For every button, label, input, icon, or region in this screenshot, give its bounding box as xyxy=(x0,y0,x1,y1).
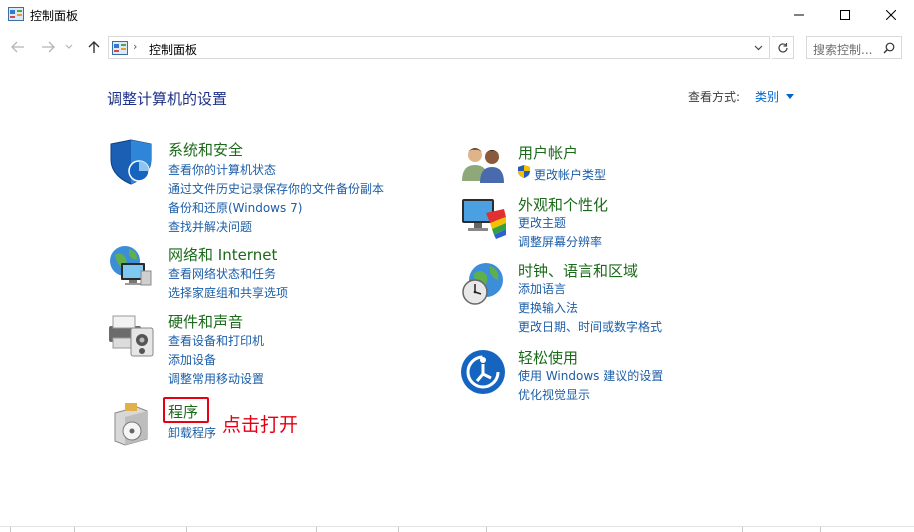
divider xyxy=(398,527,399,532)
printer-icon[interactable] xyxy=(107,310,155,358)
search-placeholder: 搜索控制... xyxy=(813,43,873,57)
display-palette-icon[interactable] xyxy=(460,193,508,241)
category-title[interactable]: 时钟、语言和区域 xyxy=(518,260,638,281)
shield-icon[interactable] xyxy=(107,138,155,186)
link-change-account-type[interactable]: 更改帐户类型 xyxy=(534,166,606,183)
link-troubleshoot[interactable]: 查找并解决问题 xyxy=(168,218,252,235)
link-change-theme[interactable]: 更改主题 xyxy=(518,214,566,231)
category-title[interactable]: 用户帐户 xyxy=(518,142,578,163)
breadcrumb-separator[interactable]: › xyxy=(133,40,137,53)
divider xyxy=(486,527,487,532)
caret-down-icon[interactable] xyxy=(786,94,794,99)
arrow-right-icon xyxy=(42,41,55,53)
link-screen-resolution[interactable]: 调整屏幕分辨率 xyxy=(518,233,602,250)
breadcrumb-control-panel[interactable]: 控制面板 xyxy=(149,41,197,58)
search-button[interactable] xyxy=(881,40,897,56)
ease-of-access-icon[interactable] xyxy=(460,347,508,395)
maximize-icon xyxy=(840,10,850,20)
link-optimize-visual-display[interactable]: 优化视觉显示 xyxy=(518,386,590,403)
divider xyxy=(742,527,743,532)
view-by-label: 查看方式: xyxy=(688,90,741,104)
link-add-device[interactable]: 添加设备 xyxy=(168,351,216,368)
search-input[interactable]: 搜索控制... xyxy=(806,36,902,59)
category-title[interactable]: 网络和 Internet xyxy=(168,244,277,265)
bottom-edge xyxy=(0,526,914,532)
category-title[interactable]: 轻松使用 xyxy=(518,347,578,368)
link-mobility-settings[interactable]: 调整常用移动设置 xyxy=(168,370,264,387)
users-icon[interactable] xyxy=(460,141,508,189)
view-by-dropdown[interactable]: 类别 xyxy=(755,88,779,105)
navigation-bar: › 控制面板 搜索控制... xyxy=(0,33,914,61)
control-panel-icon xyxy=(8,7,24,21)
category-title[interactable]: 系统和安全 xyxy=(168,139,243,160)
link-file-history[interactable]: 通过文件历史记录保存你的文件备份副本 xyxy=(168,180,384,197)
search-icon xyxy=(883,42,895,54)
divider xyxy=(74,527,75,532)
arrow-left-icon xyxy=(11,41,24,53)
link-date-time-format[interactable]: 更改日期、时间或数字格式 xyxy=(518,318,662,335)
highlight-box xyxy=(163,397,209,423)
up-button[interactable] xyxy=(84,37,104,57)
close-icon xyxy=(886,10,896,20)
category-title[interactable]: 硬件和声音 xyxy=(168,311,243,332)
link-change-input-method[interactable]: 更换输入法 xyxy=(518,299,578,316)
uac-shield-icon xyxy=(518,165,530,178)
maximize-button[interactable] xyxy=(822,0,868,30)
divider xyxy=(186,527,187,532)
control-panel-icon xyxy=(112,41,128,55)
page-title: 调整计算机的设置 xyxy=(107,90,228,108)
link-uninstall-program[interactable]: 卸载程序 xyxy=(168,424,216,441)
close-button[interactable] xyxy=(868,0,914,30)
address-bar[interactable]: › 控制面板 xyxy=(108,36,770,59)
link-view-computer-status[interactable]: 查看你的计算机状态 xyxy=(168,161,276,178)
network-globe-icon[interactable] xyxy=(107,243,155,291)
link-add-language[interactable]: 添加语言 xyxy=(518,280,566,297)
divider xyxy=(820,527,821,532)
category-title[interactable]: 外观和个性化 xyxy=(518,194,608,215)
address-dropdown-button[interactable] xyxy=(751,40,765,56)
forward-button[interactable] xyxy=(38,37,58,57)
chevron-down-icon xyxy=(65,44,73,49)
minimize-button[interactable] xyxy=(776,0,822,30)
chevron-down-icon xyxy=(754,45,762,51)
link-devices-printers[interactable]: 查看设备和打印机 xyxy=(168,332,264,349)
title-bar: 控制面板 xyxy=(0,0,914,30)
back-button[interactable] xyxy=(8,37,28,57)
link-backup-restore[interactable]: 备份和还原(Windows 7) xyxy=(168,199,302,216)
refresh-button[interactable] xyxy=(772,36,794,59)
programs-disc-icon[interactable] xyxy=(107,399,155,447)
clock-globe-icon[interactable] xyxy=(460,260,508,308)
window-title: 控制面板 xyxy=(30,9,79,23)
link-homegroup[interactable]: 选择家庭组和共享选项 xyxy=(168,284,288,301)
minimize-icon xyxy=(794,14,804,16)
link-network-status[interactable]: 查看网络状态和任务 xyxy=(168,265,276,282)
refresh-icon xyxy=(777,42,788,53)
recent-locations-button[interactable] xyxy=(62,37,76,57)
arrow-up-icon xyxy=(88,41,100,53)
link-recommended-settings[interactable]: 使用 Windows 建议的设置 xyxy=(518,367,663,384)
annotation-text: 点击打开 xyxy=(222,414,299,436)
divider xyxy=(316,527,317,532)
divider xyxy=(10,527,11,532)
